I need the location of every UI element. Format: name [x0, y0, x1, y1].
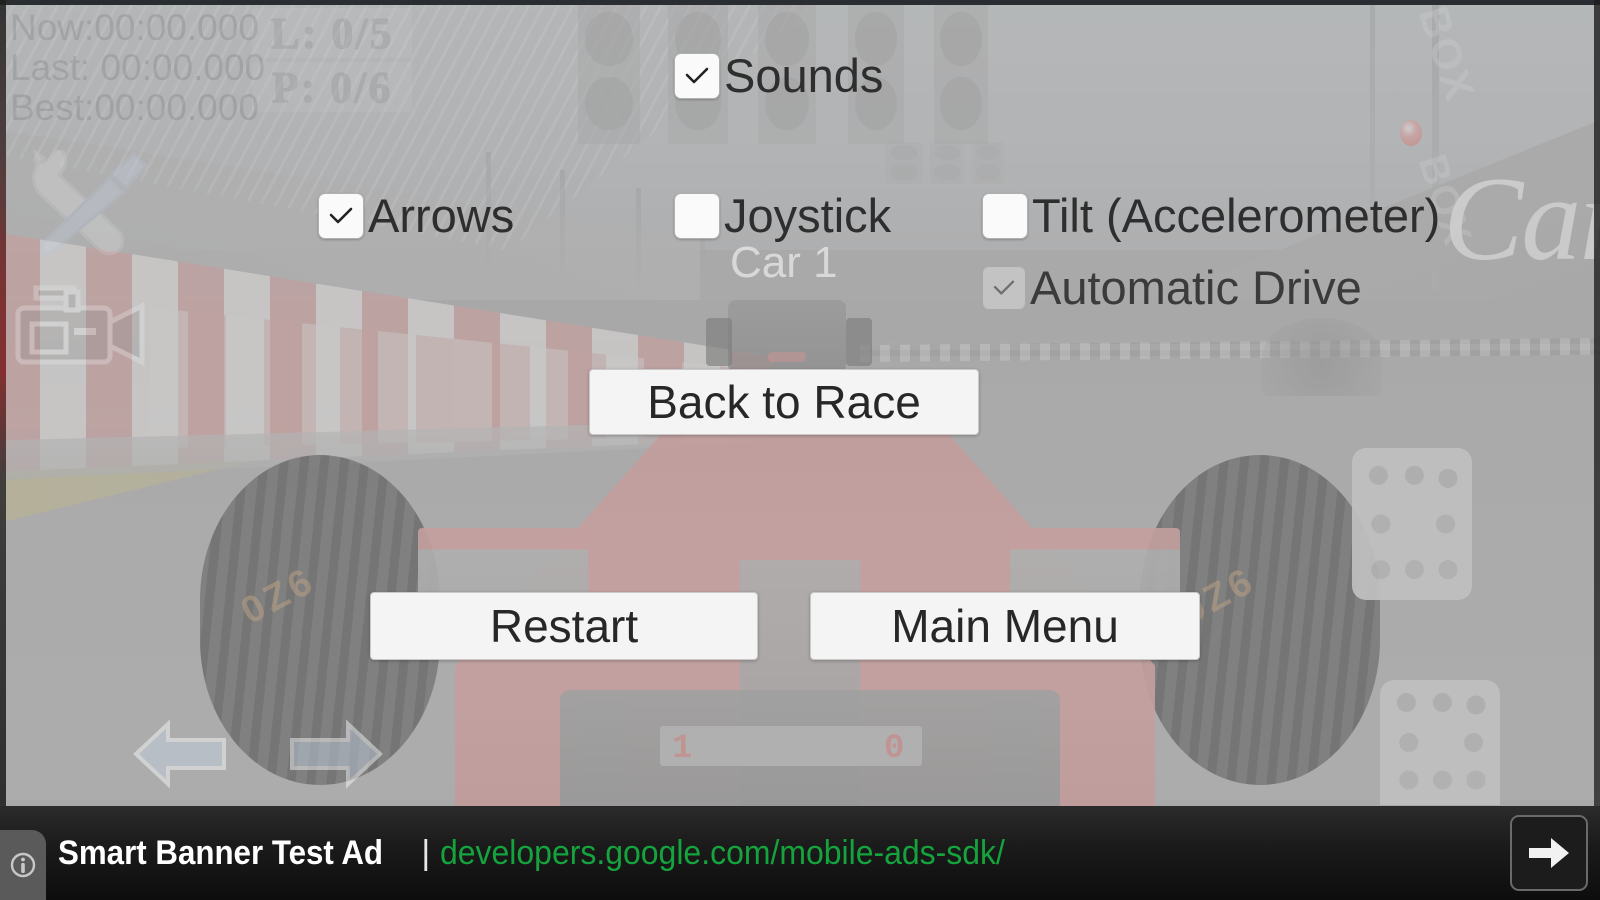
restart-button[interactable]: Restart [370, 592, 758, 660]
checkbox-joystick[interactable]: Joystick [674, 192, 891, 239]
opponent-wheel [706, 318, 732, 366]
ad-banner[interactable]: Smart Banner Test Ad | developers.google… [0, 806, 1600, 900]
game-screen: BOX BOX Car 0Z6 0Z6 1 0 Now:00:00.000 La… [0, 0, 1600, 900]
ad-url[interactable]: developers.google.com/mobile-ads-sdk/ [440, 834, 1005, 873]
steer-left-arrow-icon[interactable] [132, 716, 228, 797]
video-camera-icon[interactable] [14, 278, 154, 379]
fence-post [1370, 0, 1375, 290]
checkbox-tilt[interactable]: Tilt (Accelerometer) [982, 192, 1440, 239]
dashboard-digit-left: 1 [672, 730, 693, 768]
window-left-edge [0, 0, 6, 806]
window-right-edge [1594, 0, 1600, 806]
checkbox-label-joystick: Joystick [724, 189, 892, 242]
signal-lamp-red [1400, 120, 1422, 146]
info-circle-icon[interactable] [0, 830, 46, 900]
checkbox-box-tilt[interactable] [982, 192, 1028, 239]
checkbox-automatic-drive[interactable]: Automatic Drive [982, 264, 1362, 311]
dashboard-display [660, 726, 922, 766]
opponent-wheel [846, 318, 872, 366]
checkbox-label-arrows: Arrows [368, 189, 515, 242]
accelerator-pedal [1352, 448, 1472, 600]
ad-next-button[interactable] [1510, 815, 1588, 891]
checkbox-sounds[interactable]: Sounds [674, 52, 883, 99]
checkbox-label-automatic-drive: Automatic Drive [1030, 261, 1362, 314]
dashboard-digit-right: 0 [884, 730, 905, 768]
checkbox-box-sounds[interactable] [674, 52, 720, 99]
opponent-car-right [1262, 318, 1382, 396]
tyre-marking: 0Z6 [234, 559, 323, 633]
ad-separator: | [421, 833, 431, 872]
race-counters: L: 0/5 P: 0/6 [252, 8, 412, 112]
wrench-screwdriver-icon[interactable] [14, 144, 154, 263]
steer-right-arrow-icon[interactable] [288, 716, 384, 797]
position-counter: P: 0/6 [252, 62, 412, 112]
checkbox-box-arrows[interactable] [318, 192, 364, 239]
checkbox-label-tilt: Tilt (Accelerometer) [1032, 189, 1441, 242]
sponsor-word: Car [1443, 152, 1600, 285]
race-scene: BOX BOX Car 0Z6 0Z6 1 0 [0, 0, 1600, 900]
lap-counter: L: 0/5 [252, 8, 412, 58]
fence-post [560, 170, 565, 280]
lap-timer-panel: Now:00:00.000 Last: 00:00.000 Best:00:00… [10, 7, 266, 128]
checkbox-label-sounds: Sounds [724, 49, 884, 102]
window-top-edge [0, 0, 1600, 5]
opponent-car [728, 300, 846, 370]
back-to-race-button[interactable]: Back to Race [589, 369, 979, 435]
checkbox-box-automatic-drive[interactable] [982, 265, 1026, 310]
brake-pedal [1380, 680, 1500, 805]
checkbox-box-joystick[interactable] [674, 192, 720, 239]
ad-text[interactable]: Smart Banner Test Ad | developers.google… [58, 834, 1041, 873]
checkbox-arrows[interactable]: Arrows [318, 192, 514, 239]
fence-post [636, 188, 641, 286]
car-name-label: Car 1 [730, 238, 838, 287]
main-menu-button[interactable]: Main Menu [810, 592, 1200, 660]
ad-title: Smart Banner Test Ad [58, 833, 384, 872]
